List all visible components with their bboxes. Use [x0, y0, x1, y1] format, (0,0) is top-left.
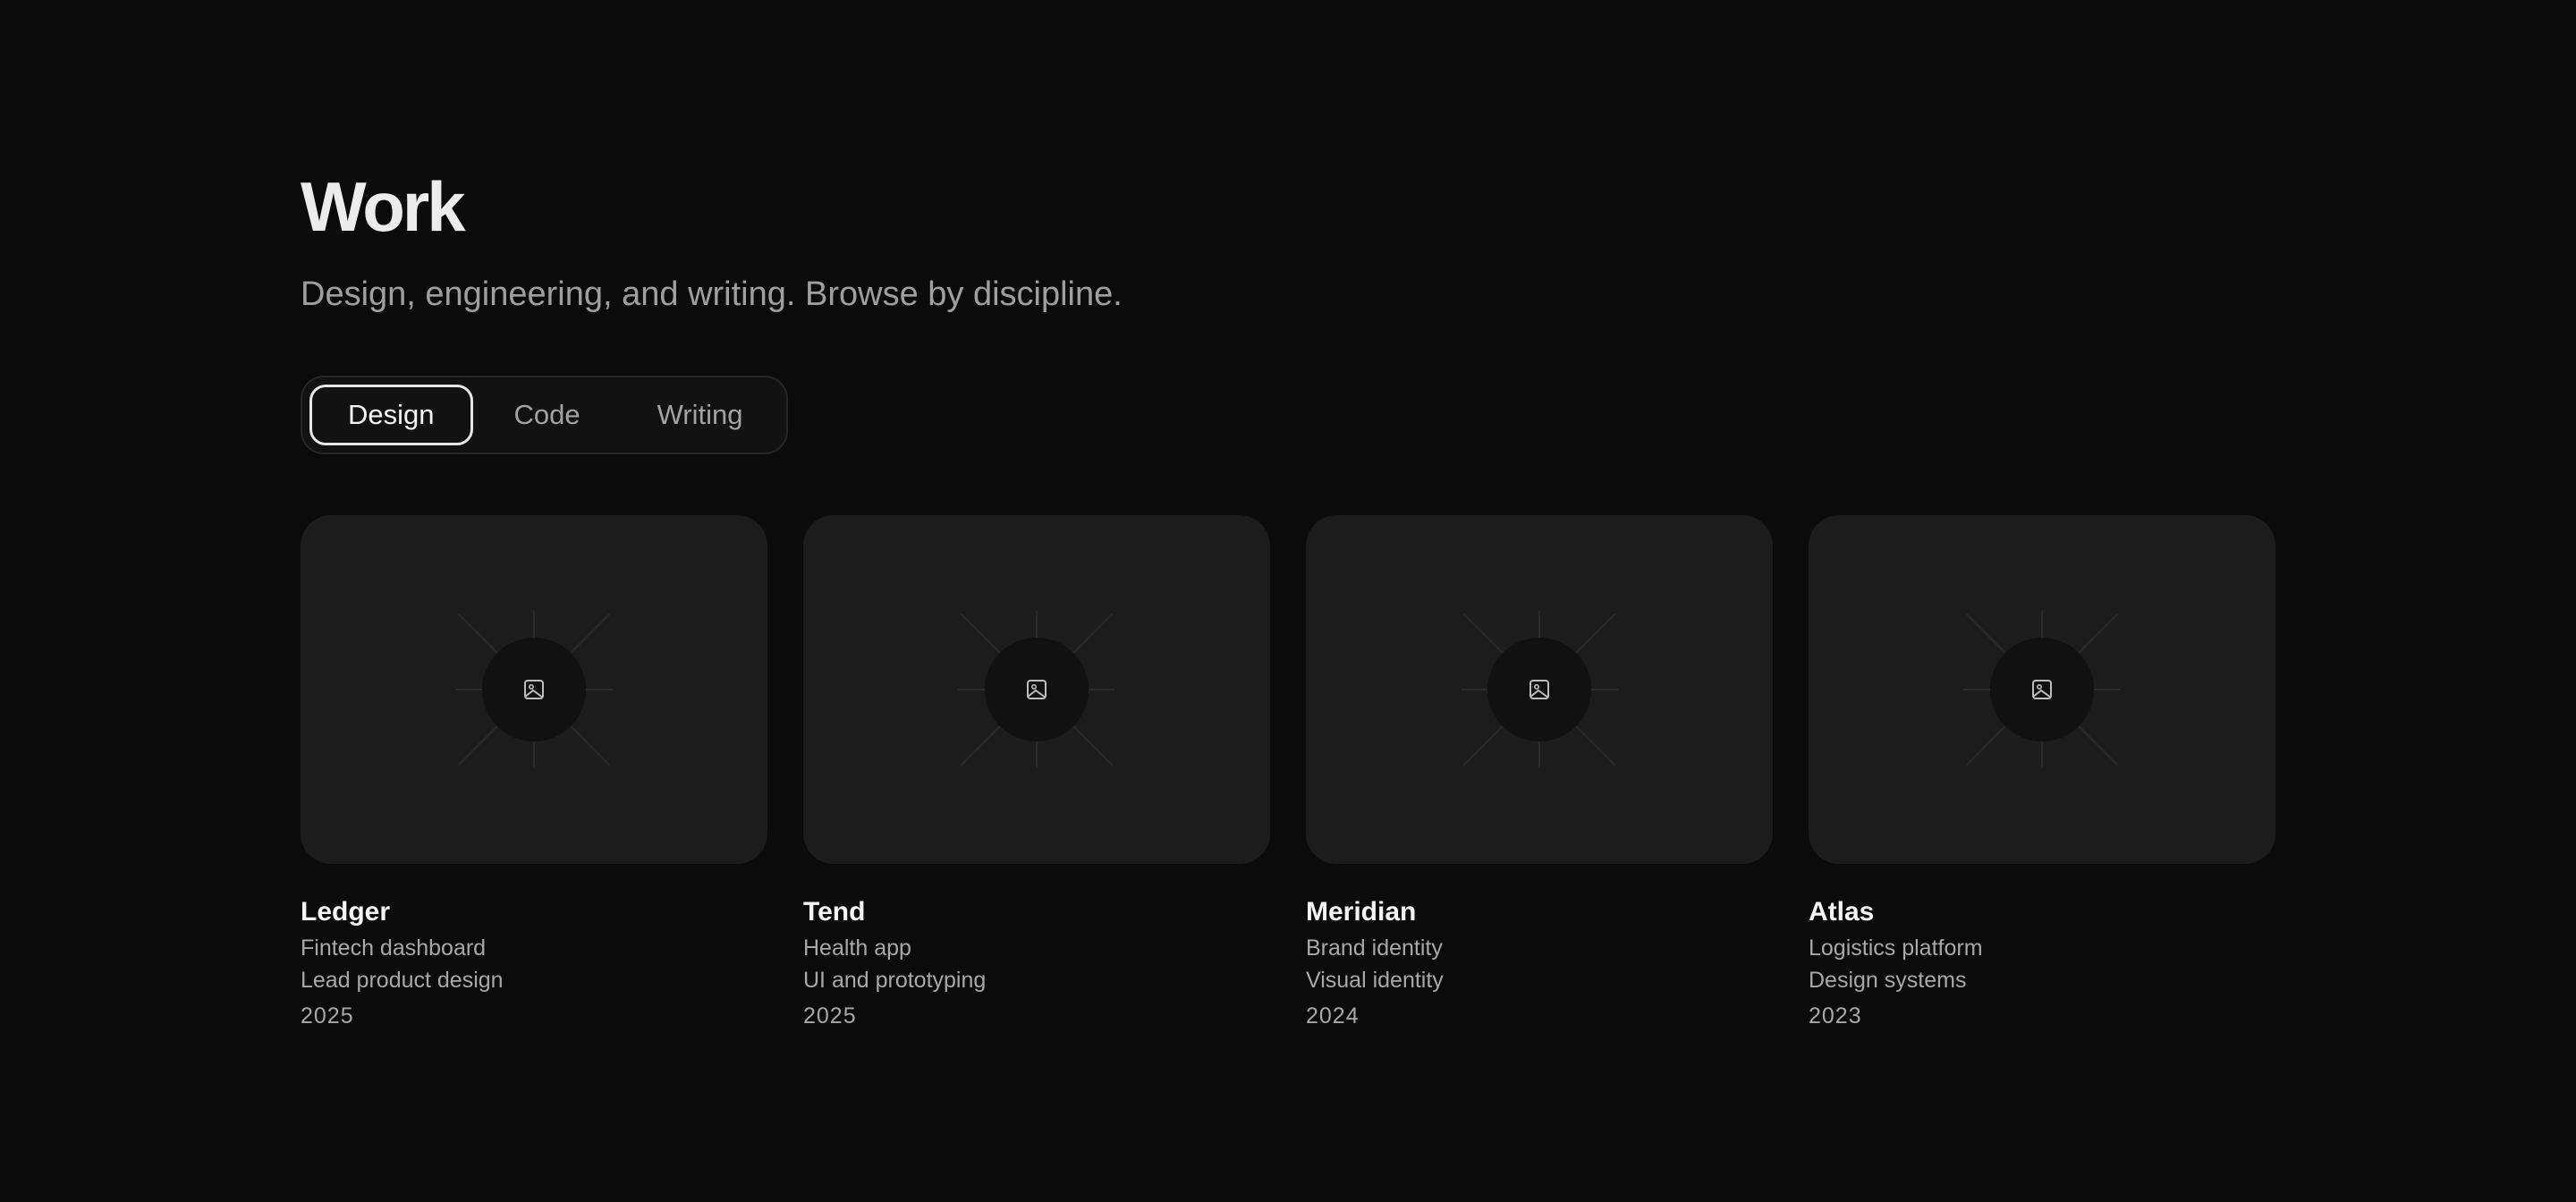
placeholder-art: [455, 611, 613, 768]
tab-design[interactable]: Design: [309, 385, 473, 445]
project-card-meridian[interactable]: Meridian Brand identity Visual identity …: [1306, 515, 1773, 1032]
project-thumbnail[interactable]: [803, 515, 1270, 864]
project-thumbnail[interactable]: [301, 515, 767, 864]
project-year: 2025: [301, 1003, 354, 1028]
placeholder-ray: [1462, 613, 1504, 654]
project-title: Atlas: [1809, 897, 1875, 927]
placeholder-circle: [985, 638, 1089, 741]
project-title: Meridian: [1306, 897, 1417, 927]
placeholder-circle: [482, 638, 586, 741]
project-grid: Ledger Fintech dashboard Lead product de…: [301, 515, 2275, 1032]
project-role: Design systems: [1809, 968, 1967, 993]
placeholder-ray: [457, 613, 498, 654]
placeholder-ray: [570, 613, 611, 654]
tab-code[interactable]: Code: [479, 385, 616, 445]
placeholder-ray: [2078, 613, 2119, 654]
main-content: Work Design, engineering, and writing. B…: [301, 166, 2275, 1028]
page-subtitle: Design, engineering, and writing. Browse…: [301, 275, 1123, 313]
project-card-tend[interactable]: Tend Health app UI and prototyping 2025: [803, 515, 1270, 1032]
page-title: Work: [301, 167, 466, 246]
project-role: Lead product design: [301, 968, 504, 993]
placeholder-ray: [960, 613, 1001, 654]
project-year: 2025: [803, 1003, 857, 1028]
project-role: Visual identity: [1306, 968, 1444, 993]
project-role: UI and prototyping: [803, 968, 987, 993]
placeholder-ray: [2078, 725, 2119, 766]
project-year: 2023: [1809, 1003, 1862, 1028]
placeholder-ray: [1072, 725, 1114, 766]
discipline-tabs: Design Code Writing: [301, 376, 788, 454]
placeholder-art: [1461, 611, 1618, 768]
project-card-ledger[interactable]: Ledger Fintech dashboard Lead product de…: [301, 515, 767, 1032]
project-thumbnail[interactable]: [1306, 515, 1773, 864]
placeholder-ray: [960, 725, 1001, 766]
placeholder-ray: [1575, 725, 1616, 766]
project-category: Fintech dashboard: [301, 935, 487, 961]
project-title: Ledger: [301, 897, 391, 927]
placeholder-ray: [1072, 613, 1114, 654]
placeholder-ray: [1462, 725, 1504, 766]
project-year: 2024: [1306, 1003, 1360, 1028]
tab-writing[interactable]: Writing: [622, 385, 779, 445]
placeholder-art: [1963, 611, 2121, 768]
placeholder-circle: [1487, 638, 1591, 741]
placeholder-ray: [457, 725, 498, 766]
project-category: Health app: [803, 935, 911, 961]
placeholder-ray: [1575, 613, 1616, 654]
placeholder-ray: [1965, 725, 2006, 766]
placeholder-ray: [570, 725, 611, 766]
placeholder-ray: [1965, 613, 2006, 654]
project-category: Logistics platform: [1809, 935, 1983, 961]
placeholder-art: [958, 611, 1115, 768]
project-card-atlas[interactable]: Atlas Logistics platform Design systems …: [1809, 515, 2275, 1032]
project-category: Brand identity: [1306, 935, 1443, 961]
project-title: Tend: [803, 897, 866, 927]
placeholder-circle: [1990, 638, 2094, 741]
work-page: Work Design, engineering, and writing. B…: [0, 0, 2576, 1202]
project-thumbnail[interactable]: [1809, 515, 2275, 864]
